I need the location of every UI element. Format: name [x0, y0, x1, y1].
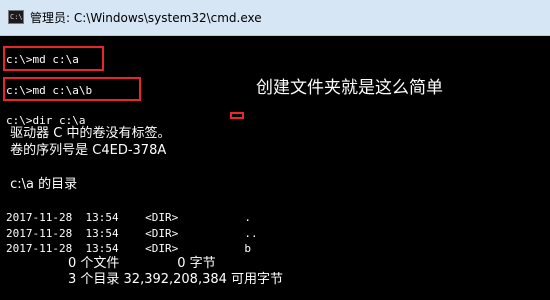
console-line-serial: 卷的序列号是 C4ED-378A — [6, 143, 167, 158]
console-line-volume-label: 驱动器 C 中的卷没有标签。 — [6, 126, 171, 141]
highlight-box-md-b — [3, 77, 141, 101]
title-bar[interactable]: C:\ 管理员: C:\Windows\system32\cmd.exe — [0, 0, 550, 36]
highlight-mark-small — [230, 112, 244, 119]
dir-entry-row: 2017-11-28 13:54 <DIR> .. — [6, 227, 258, 240]
highlight-box-md-a — [3, 46, 104, 71]
cmd-window: C:\ 管理员: C:\Windows\system32\cmd.exe c:\… — [0, 0, 550, 300]
cmd-icon[interactable]: C:\ — [8, 10, 24, 24]
dir-entry-row: 2017-11-28 13:54 <DIR> . — [6, 211, 252, 224]
window-title: 管理员: C:\Windows\system32\cmd.exe — [30, 11, 262, 25]
console-line-directory-of: c:\a 的目录 — [6, 177, 78, 192]
console-line-dir-count: 3 个目录 32,392,208,384 可用字节 — [6, 272, 284, 287]
dir-entry-row: 2017-11-28 13:54 <DIR> b — [6, 242, 252, 255]
console-line-file-count: 0 个文件 0 字节 — [6, 256, 216, 271]
annotation-text: 创建文件夹就是这么简单 — [256, 78, 443, 98]
